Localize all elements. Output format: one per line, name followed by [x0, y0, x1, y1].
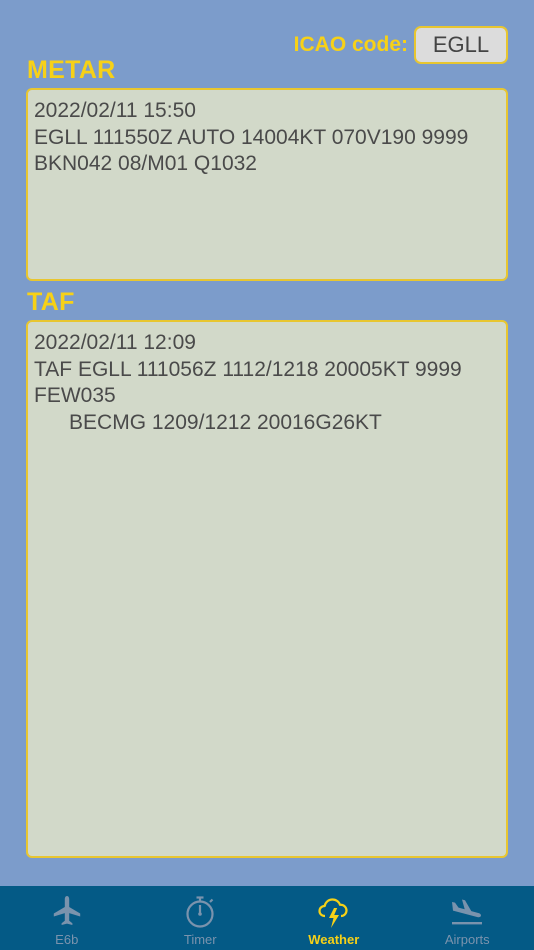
tab-label-weather: Weather: [308, 932, 360, 947]
tab-label-e6b: E6b: [55, 932, 79, 947]
tab-label-airports: Airports: [444, 932, 490, 947]
stopwatch-icon: [182, 894, 218, 930]
metar-title: METAR: [27, 56, 116, 84]
tab-weather[interactable]: Weather: [267, 886, 401, 950]
tab-airports[interactable]: Airports: [401, 886, 534, 950]
tab-label-timer: Timer: [183, 932, 217, 947]
airplane-landing-icon: [449, 894, 485, 930]
tab-timer[interactable]: Timer: [134, 886, 268, 950]
taf-text-box[interactable]: 2022/02/11 12:09 TAF EGLL 111056Z 1112/1…: [26, 320, 508, 858]
icao-label: ICAO code:: [293, 33, 408, 56]
airplane-icon: [49, 894, 85, 930]
taf-title: TAF: [27, 288, 75, 316]
icao-code-input[interactable]: [414, 26, 508, 64]
tab-e6b[interactable]: E6b: [0, 886, 134, 950]
icao-row: ICAO code:: [294, 26, 508, 64]
tab-bar: E6b Timer Weather Airports: [0, 886, 534, 950]
metar-text-box[interactable]: 2022/02/11 15:50 EGLL 111550Z AUTO 14004…: [26, 88, 508, 281]
storm-cloud-icon: [316, 894, 352, 930]
